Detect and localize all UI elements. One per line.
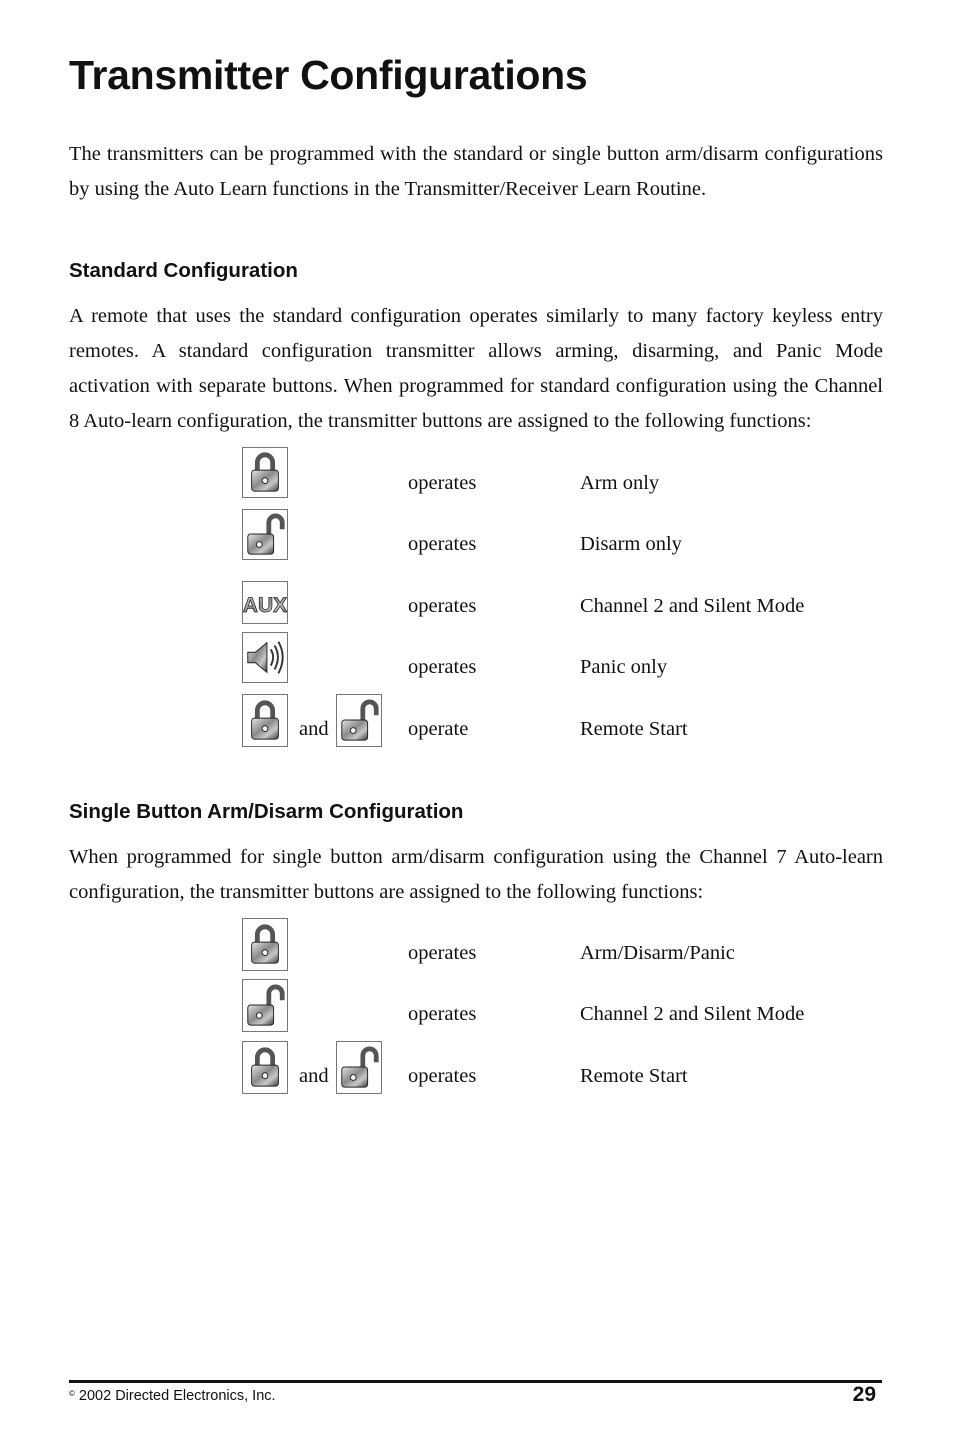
function: Arm only — [580, 472, 660, 494]
verb: operates — [408, 1065, 477, 1087]
lock-open-icon — [242, 509, 288, 560]
verb: operates — [408, 533, 477, 555]
lock-closed-icon — [242, 694, 288, 747]
joiner: and — [299, 718, 329, 740]
page-number: 29 — [852, 1383, 876, 1406]
verb: operates — [408, 472, 477, 494]
function: Panic only — [580, 656, 668, 678]
aux-icon — [242, 581, 288, 624]
verb: operates — [408, 1003, 477, 1025]
copyright-text: 2002 Directed Electronics, Inc. — [78, 1388, 276, 1404]
function: Channel 2 and Silent Mode — [580, 595, 805, 617]
verb: operate — [408, 718, 469, 740]
lock-open-icon — [242, 979, 288, 1032]
joiner: and — [299, 1065, 329, 1087]
function: Remote Start — [580, 1065, 688, 1087]
footer-rule — [69, 1380, 882, 1383]
single-heading: Single Button Arm/Disarm Configuration — [69, 800, 464, 823]
verb: operates — [408, 656, 477, 678]
function: Disarm only — [580, 533, 682, 555]
lock-open-icon — [336, 1041, 382, 1094]
footer-copyright: © 2002 Directed Electronics, Inc. — [69, 1388, 276, 1404]
function: Arm/Disarm/Panic — [580, 942, 735, 964]
lock-closed-icon — [242, 918, 288, 971]
function: Remote Start — [580, 718, 688, 740]
function: Channel 2 and Silent Mode — [580, 1003, 805, 1025]
standard-paragraph: A remote that uses the standard configur… — [69, 305, 883, 432]
page-title: Transmitter Configurations — [69, 52, 588, 98]
copyright-symbol: © — [69, 1389, 75, 1398]
verb: operates — [408, 942, 477, 964]
intro-paragraph: The transmitters can be programmed with … — [69, 143, 883, 200]
single-paragraph: When programmed for single button arm/di… — [69, 846, 883, 903]
lock-closed-icon — [242, 447, 288, 498]
lock-closed-icon — [242, 1041, 288, 1094]
verb: operates — [408, 595, 477, 617]
speaker-icon — [242, 632, 288, 683]
standard-heading: Standard Configuration — [69, 259, 298, 282]
lock-open-icon — [336, 694, 382, 747]
